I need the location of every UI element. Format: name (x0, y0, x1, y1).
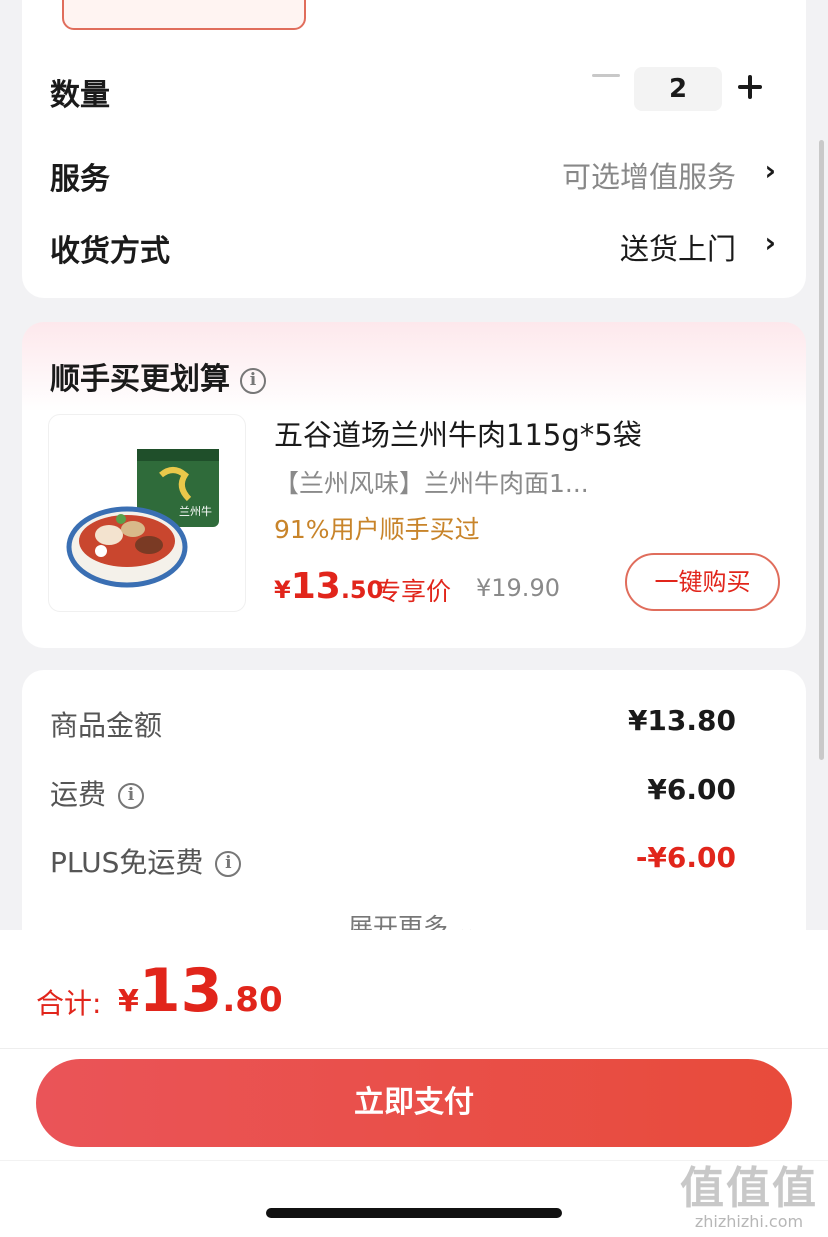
total-decimal: .80 (222, 980, 283, 1020)
chevron-right-icon[interactable]: › (764, 226, 776, 259)
shipping-value: ¥6.00 (647, 773, 736, 806)
plus-free-shipping-row: PLUS免运费 i (50, 841, 242, 881)
original-price: ¥19.90 (476, 574, 560, 602)
subtotal-value: ¥13.80 (627, 704, 736, 737)
delivery-value[interactable]: 送货上门 (620, 226, 736, 268)
exclusive-price-tag: 专享价 (376, 577, 452, 606)
quantity-label: 数量 (50, 78, 110, 113)
product-name[interactable]: 五谷道场兰州牛肉115g*5袋 (274, 412, 642, 454)
total-label: 合计: (36, 987, 102, 1020)
watermark-logo: 值值值 (680, 1163, 818, 1214)
subtotal-label: 商品金额 (50, 709, 163, 742)
info-icon[interactable]: i (240, 367, 266, 394)
service-label: 服务 (50, 162, 110, 197)
addon-title-text: 顺手买更划算 (50, 362, 230, 397)
delivery-label: 收货方式 (50, 234, 170, 269)
product-price: ¥13.50 (274, 566, 383, 607)
total-amount: ¥13.80 (118, 956, 283, 1026)
product-users-bought: 91%用户顺手买过 (274, 515, 480, 544)
quantity-input[interactable]: 2 (634, 67, 722, 111)
chevron-right-icon[interactable]: › (764, 154, 776, 187)
plus-free-shipping-label: PLUS免运费 (50, 846, 204, 879)
noodle-product-image: 兰州牛 (66, 449, 219, 588)
watermark: 值值值 zhizhizhi.com (680, 1152, 818, 1231)
one-click-buy-button[interactable]: 一键购买 (625, 553, 780, 611)
package-label: 兰州牛 (179, 504, 212, 518)
product-subtitle: 【兰州风味】兰州牛肉面1... (274, 469, 589, 498)
pay-now-button[interactable]: 立即支付 (36, 1059, 792, 1147)
plus-discount-value: -¥6.00 (635, 841, 736, 874)
shipping-label: 运费 (50, 778, 107, 811)
info-icon[interactable]: i (215, 851, 242, 877)
price-currency: ¥ (274, 576, 291, 604)
service-value[interactable]: 可选增值服务 (562, 154, 736, 196)
price-integer: 13 (290, 566, 341, 607)
addon-recommend-card: 顺手买更划算 i 兰州牛 五谷道场兰州牛肉115g*5袋 【兰州风味】兰州牛肉面1… (22, 322, 806, 648)
price-breakdown-card: 商品金额 ¥13.80 运费 i ¥6.00 PLUS免运费 i -¥6.00 展开… (22, 670, 806, 970)
divider (0, 1048, 828, 1049)
info-icon[interactable]: i (118, 783, 145, 809)
watermark-url: zhizhizhi.com (694, 1212, 804, 1231)
spec-option-chip[interactable] (62, 0, 306, 30)
product-thumbnail[interactable]: 兰州牛 (48, 414, 246, 612)
total-currency: ¥ (118, 984, 139, 1019)
scrollbar[interactable] (819, 140, 824, 760)
shipping-row: 运费 i (50, 773, 145, 813)
order-options-card: 数量 2 服务 可选增值服务 › 收货方式 送货上门 › (22, 0, 806, 298)
home-indicator[interactable] (266, 1208, 562, 1218)
total-integer: 13 (138, 956, 223, 1026)
quantity-increase-button[interactable] (734, 62, 766, 112)
minus-icon (592, 74, 620, 77)
addon-title: 顺手买更划算 i (50, 354, 266, 398)
